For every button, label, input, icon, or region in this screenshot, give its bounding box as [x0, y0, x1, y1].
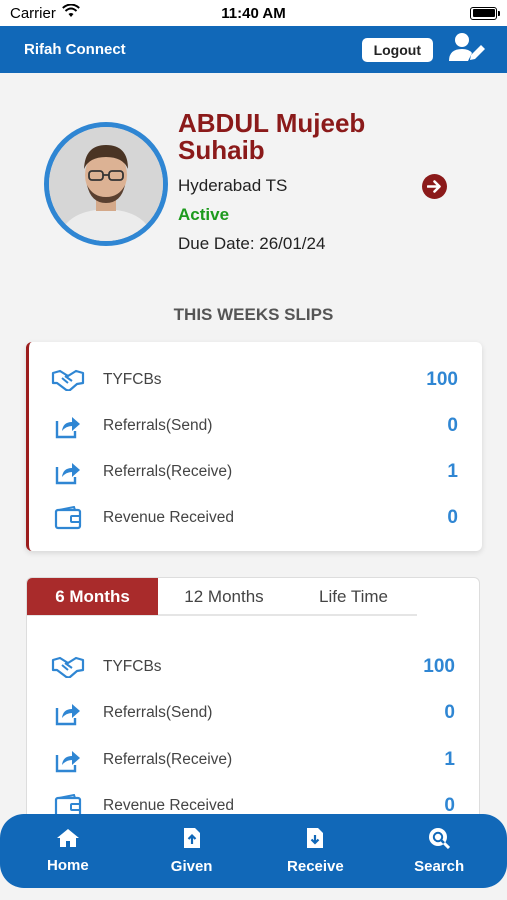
stat-label: TYFCBs — [103, 658, 162, 675]
stat-row-revenue[interactable]: Revenue Received 0 — [51, 502, 458, 534]
wifi-icon — [61, 3, 80, 22]
bottom-nav: Home Given Receive Search — [0, 814, 507, 888]
edit-profile-icon[interactable] — [449, 32, 485, 67]
app-title: Rifah Connect — [24, 41, 126, 58]
stat-label: Referrals(Send) — [103, 417, 213, 434]
stat-value: 1 — [447, 461, 458, 482]
stat-value: 0 — [447, 507, 458, 528]
share-icon — [51, 412, 85, 440]
stat-row-referrals-send[interactable]: Referrals(Send) 0 — [51, 697, 455, 729]
carrier-label: Carrier — [10, 4, 56, 22]
nav-label: Home — [47, 857, 89, 874]
share-icon — [51, 699, 85, 727]
nav-given[interactable]: Given — [142, 827, 242, 875]
stat-value: 0 — [447, 415, 458, 436]
stat-row-referrals-receive[interactable]: Referrals(Receive) 1 — [51, 744, 455, 776]
app-header: Rifah Connect Logout — [0, 26, 507, 73]
stat-label: Referrals(Receive) — [103, 751, 233, 768]
upload-file-icon — [183, 827, 201, 853]
stat-value: 100 — [426, 369, 458, 390]
tab-12-months[interactable]: 12 Months — [158, 578, 290, 615]
stat-label: Referrals(Receive) — [103, 463, 233, 480]
battery-icon — [470, 6, 500, 20]
stat-value: 1 — [444, 749, 455, 770]
logout-button[interactable]: Logout — [361, 37, 433, 62]
profile-section: ABDUL Mujeeb Suhaib Hyderabad TS Active … — [44, 110, 464, 270]
arrow-right-icon[interactable] — [422, 174, 447, 199]
stat-row-referrals-send[interactable]: Referrals(Send) 0 — [51, 410, 458, 442]
nav-label: Receive — [287, 858, 344, 875]
period-stats-card: 6 Months 12 Months Life Time TYFCBs 100 … — [26, 577, 480, 827]
wallet-icon — [51, 504, 85, 532]
stat-row-tyfcbs[interactable]: TYFCBs 100 — [51, 364, 458, 396]
profile-location: Hyderabad TS — [178, 176, 288, 195]
profile-status: Active — [178, 205, 230, 224]
nav-label: Search — [414, 858, 465, 875]
stat-label: TYFCBs — [103, 371, 162, 388]
weekly-slips-card: TYFCBs 100 Referrals(Send) 0 Referrals(R… — [26, 342, 482, 551]
status-bar: Carrier 11:40 AM — [0, 0, 507, 26]
period-tabs: 6 Months 12 Months Life Time — [27, 578, 417, 616]
stat-label: Referrals(Send) — [103, 704, 213, 721]
nav-receive[interactable]: Receive — [265, 827, 365, 875]
stat-label: Revenue Received — [103, 797, 234, 814]
nav-label: Given — [170, 858, 213, 875]
tab-life-time[interactable]: Life Time — [290, 578, 417, 615]
home-icon — [56, 828, 80, 852]
share-icon — [51, 746, 85, 774]
search-file-icon — [428, 827, 451, 853]
handshake-icon — [51, 653, 85, 681]
stat-row-referrals-receive[interactable]: Referrals(Receive) 1 — [51, 456, 458, 488]
tab-6-months[interactable]: 6 Months — [27, 578, 158, 615]
profile-name: ABDUL Mujeeb Suhaib — [178, 108, 366, 165]
nav-search[interactable]: Search — [389, 827, 489, 875]
stat-value: 100 — [423, 656, 455, 677]
due-date: Due Date: 26/01/24 — [178, 234, 326, 253]
share-icon — [51, 458, 85, 486]
download-file-icon — [306, 827, 324, 853]
weekly-section-title: THIS WEEKS SLIPS — [173, 305, 334, 324]
stat-row-tyfcbs[interactable]: TYFCBs 100 — [51, 651, 455, 683]
avatar — [44, 122, 168, 246]
stat-value: 0 — [444, 702, 455, 723]
handshake-icon — [51, 366, 85, 394]
stat-label: Revenue Received — [103, 509, 234, 526]
nav-home[interactable]: Home — [18, 828, 118, 874]
